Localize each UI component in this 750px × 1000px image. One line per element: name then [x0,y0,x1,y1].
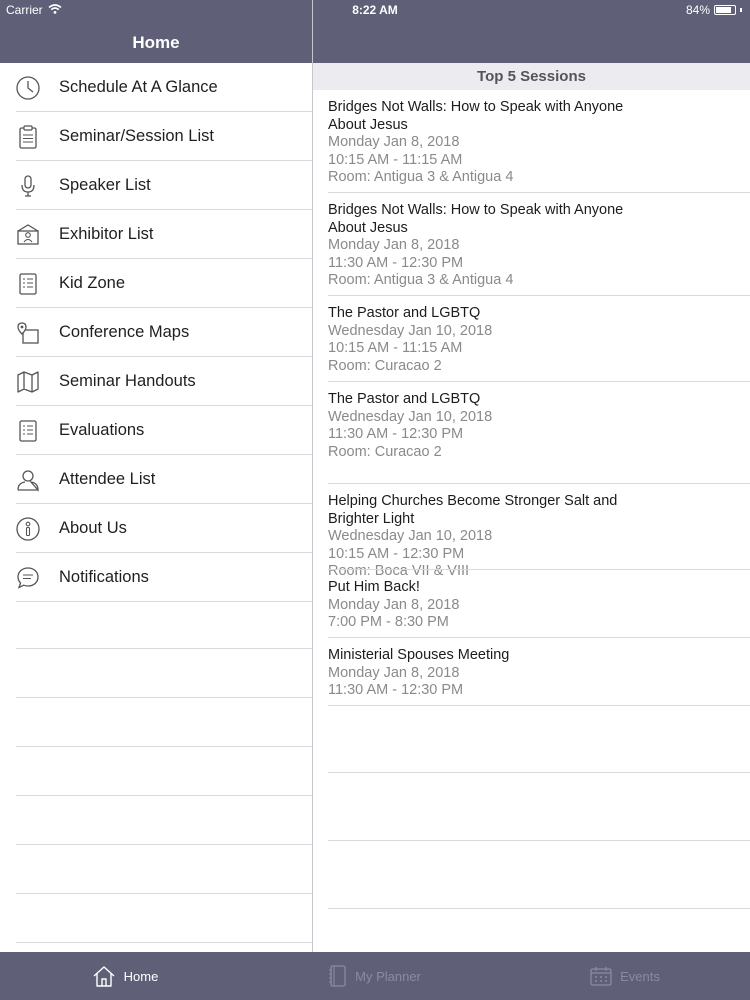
exhibitor-booth-icon [0,210,54,259]
sidebar-item-attendees[interactable]: Attendee List [0,455,312,504]
microphone-icon [0,161,54,210]
sidebar-item-notifications[interactable]: Notifications [0,553,312,602]
folded-map-icon [0,357,54,406]
session-time: 11:30 AM - 12:30 PM [328,682,464,698]
session-time: 10:15 AM - 11:15 AM [328,340,463,356]
sidebar-item-schedule[interactable]: Schedule At A Glance [0,63,312,112]
sidebar-item-label: Attendee List [59,470,156,488]
sidebar-menu: Schedule At A Glance Seminar/Session Lis… [0,63,312,952]
sidebar-item-label: Notifications [59,568,149,586]
session-row[interactable]: Helping Churches Become Stronger Salt an… [313,484,750,579]
tab-label: Events [620,968,660,984]
session-title: The Pastor and LGBTQ [328,391,481,407]
empty-row-separator [16,648,312,649]
session-row[interactable]: The Pastor and LGBTQ Wednesday Jan 10, 2… [313,382,750,484]
session-title: Put Him Back! [328,579,420,595]
info-icon [0,504,54,553]
session-time: 7:00 PM - 8:30 PM [328,614,449,630]
session-row[interactable]: The Pastor and LGBTQ Wednesday Jan 10, 2… [313,296,750,382]
sidebar-item-kid-zone[interactable]: Kid Zone [0,259,312,308]
section-header: Top 5 Sessions [313,63,750,90]
empty-row-separator [16,844,312,845]
sidebar-item-conference-maps[interactable]: Conference Maps [0,308,312,357]
list-icon [0,406,54,455]
house-icon [92,965,116,987]
planner-icon [329,965,347,987]
sidebar-item-speakers[interactable]: Speaker List [0,161,312,210]
session-date: Monday Jan 8, 2018 [328,237,460,253]
session-room: Room: Curacao 2 [328,443,442,460]
sidebar-item-label: Evaluations [59,421,145,439]
session-title: Bridges Not Walls: How to Speak with Any… [328,99,624,133]
battery-percent: 84% [685,3,710,17]
session-row[interactable]: Put Him Back! Monday Jan 8, 2018 7:00 PM… [313,570,750,638]
empty-row-separator [16,893,312,894]
battery-group: 84% [686,3,742,17]
session-date: Wednesday Jan 10, 2018 [328,322,493,339]
session-time: 11:30 AM - 12:30 PM [328,426,464,442]
sidebar-title: Home [132,33,180,52]
sidebar-item-label: About Us [59,519,127,537]
empty-row-separator [328,840,750,841]
person-icon [0,455,54,504]
session-date: Wednesday Jan 10, 2018 [328,408,493,425]
session-row[interactable]: Bridges Not Walls: How to Speak with Any… [313,193,750,296]
empty-row-separator [16,697,312,698]
empty-row-separator [16,795,312,796]
tab-label: My Planner [355,968,421,984]
session-date: Wednesday Jan 10, 2018 [328,528,493,544]
sidebar-item-label: Kid Zone [59,274,126,292]
list-icon [0,259,54,308]
session-time: 10:15 AM - 11:15 AM [328,151,463,168]
sessions-panel: Top 5 Sessions Bridges Not Walls: How to… [313,63,750,952]
clipboard-icon [0,112,54,161]
sidebar-item-handouts[interactable]: Seminar Handouts [0,357,312,406]
sidebar-item-label: Conference Maps [59,323,190,341]
session-row[interactable]: Ministerial Spouses Meeting Monday Jan 8… [313,638,750,706]
empty-row-separator [16,942,312,943]
empty-row-separator [16,746,312,747]
status-bar: Carrier 8:22 AM 84% [0,0,750,20]
session-date: Monday Jan 8, 2018 [328,664,460,681]
sidebar-item-label: Speaker List [59,176,151,194]
session-date: Monday Jan 8, 2018 [328,134,460,150]
clock-time: 8:22 AM [352,3,398,17]
map-pin-icon [0,308,54,357]
session-title: Helping Churches Become Stronger Salt an… [328,493,618,527]
tab-my-planner[interactable]: My Planner [250,952,500,1000]
session-room: Room: Antigua 3 & Antigua 4 [328,272,514,288]
clock-icon [0,63,54,112]
session-time: 11:30 AM - 12:30 PM [328,254,464,271]
tab-label: Home [123,968,159,984]
tab-bar: Home My Planner Events [0,952,750,1000]
battery-icon [714,5,736,15]
empty-row-separator [328,908,750,909]
sidebar-item-sessions[interactable]: Seminar/Session List [0,112,312,161]
sidebar-item-label: Exhibitor List [59,225,154,243]
session-row[interactable]: Bridges Not Walls: How to Speak with Any… [313,90,750,193]
session-title: Ministerial Spouses Meeting [328,647,510,663]
sidebar-item-label: Seminar Handouts [59,372,196,390]
session-title: Bridges Not Walls: How to Speak with Any… [328,202,624,236]
chat-bubble-icon [0,553,54,602]
session-room: Room: Curacao 2 [328,357,442,374]
sidebar-item-label: Seminar/Session List [59,127,214,145]
sidebar-item-label: Schedule At A Glance [59,78,218,96]
empty-row-separator [328,772,750,773]
tab-events[interactable]: Events [500,952,750,1000]
tab-home[interactable]: Home [0,952,250,1000]
sidebar-item-evaluations[interactable]: Evaluations [0,406,312,455]
session-room: Room: Antigua 3 & Antigua 4 [328,169,514,185]
session-title: The Pastor and LGBTQ [328,305,481,321]
sidebar-item-exhibitors[interactable]: Exhibitor List [0,210,312,259]
sidebar-item-about-us[interactable]: About Us [0,504,312,553]
session-date: Monday Jan 8, 2018 [328,596,460,613]
calendar-icon [590,966,612,986]
session-time: 10:15 AM - 12:30 PM [328,545,465,562]
